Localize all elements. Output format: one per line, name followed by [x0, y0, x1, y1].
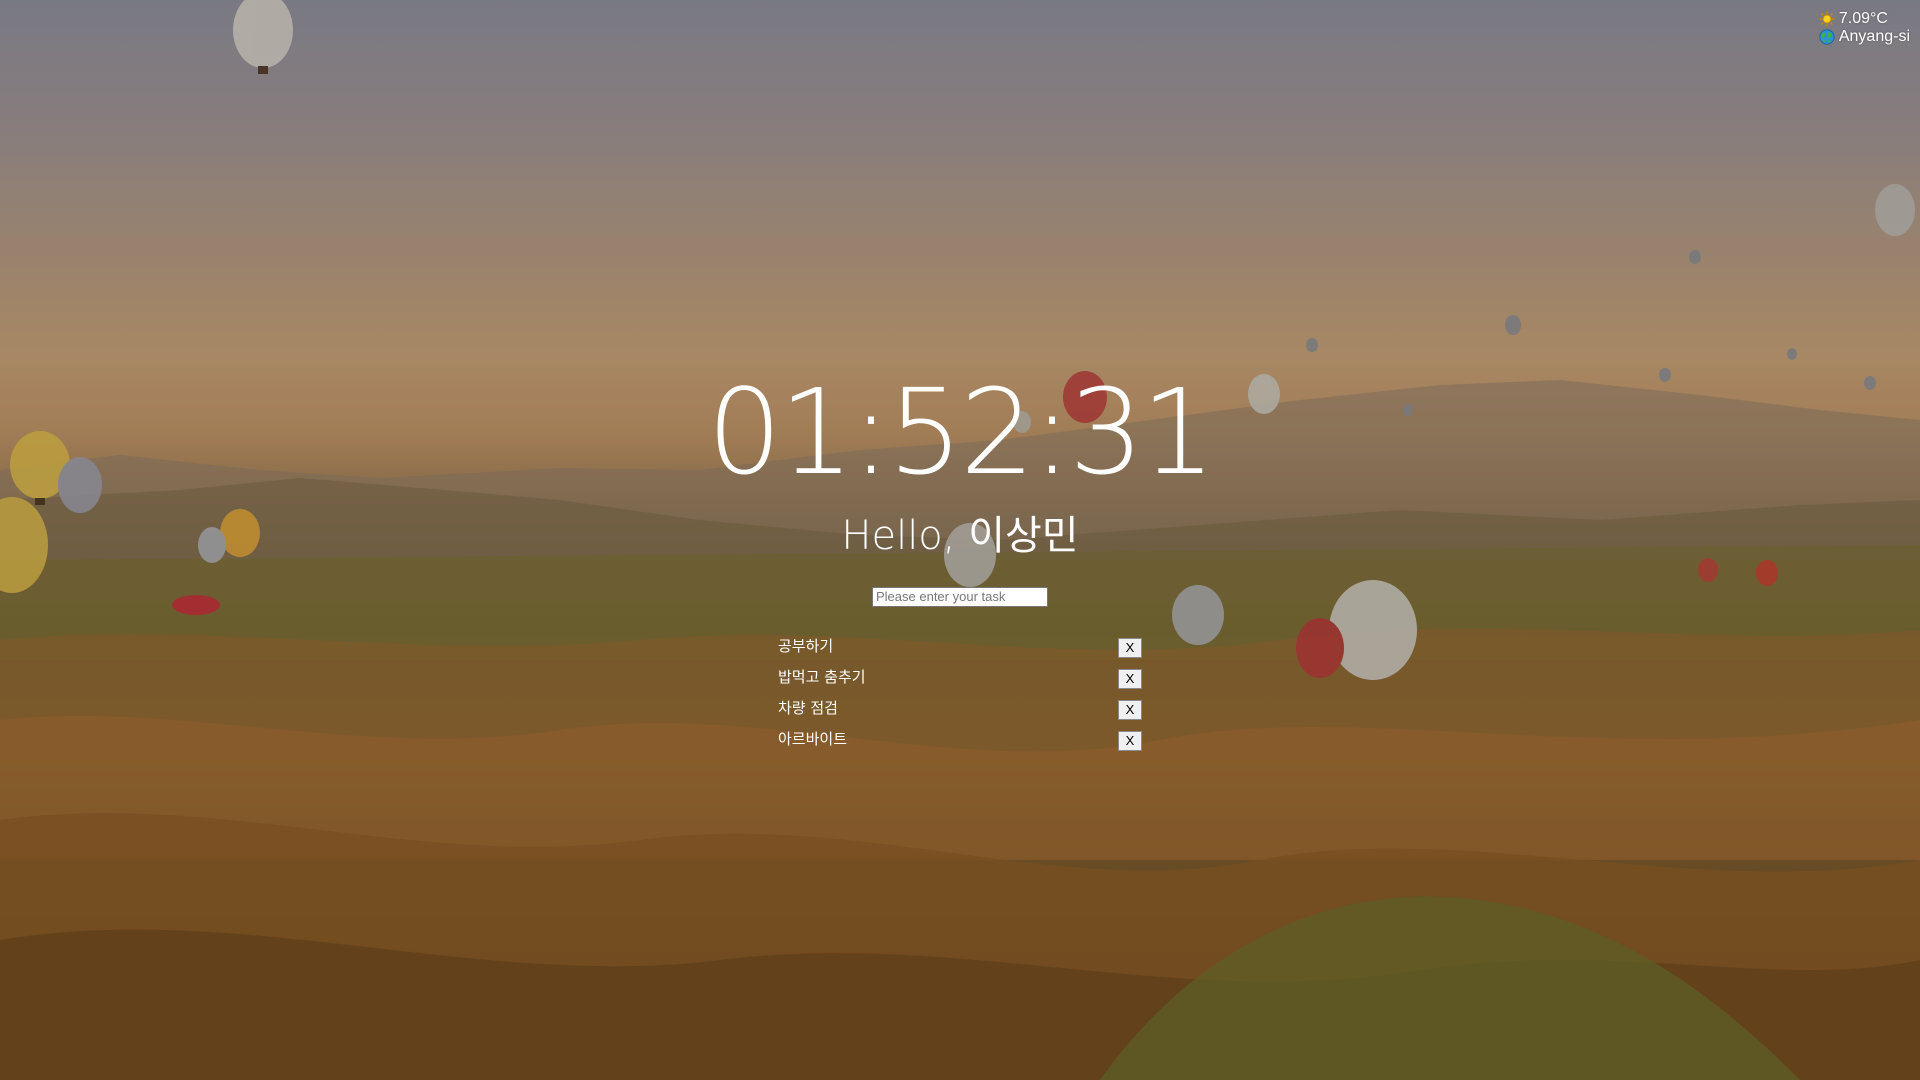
greeting: Hello, 이상민	[841, 513, 1079, 559]
todo-input[interactable]	[872, 586, 1048, 607]
todo-form	[872, 586, 1048, 607]
weather-widget: 7.09°C Anyang-si	[1819, 10, 1910, 46]
delete-todo-button[interactable]: X	[1118, 700, 1142, 720]
weather-temperature-row: 7.09°C	[1819, 10, 1910, 28]
clock: 01:52:31	[707, 363, 1216, 501]
weather-city: Anyang-si	[1838, 28, 1910, 45]
todo-item: 아르바이트 X	[778, 727, 1142, 758]
todo-item: 차량 점검 X	[778, 696, 1142, 727]
todo-text: 밥먹고 춤추기	[778, 668, 866, 686]
todo-text: 차량 점검	[778, 699, 838, 717]
todo-text: 아르바이트	[778, 730, 848, 748]
delete-todo-button[interactable]: X	[1118, 638, 1142, 658]
todo-list: 공부하기 X 밥먹고 춤추기 X 차량 점검 X 아르바이트 X	[778, 634, 1142, 758]
globe-icon	[1819, 29, 1835, 45]
todo-item: 밥먹고 춤추기 X	[778, 665, 1142, 696]
weather-location-row: Anyang-si	[1819, 28, 1910, 46]
weather-temperature: 7.09°C	[1838, 10, 1888, 27]
todo-item: 공부하기 X	[778, 634, 1142, 665]
delete-todo-button[interactable]: X	[1118, 731, 1142, 751]
todo-text: 공부하기	[778, 637, 834, 655]
page: 7.09°C Anyang-si 01:52:31 Hello, 이상민 공부하…	[0, 0, 1920, 1080]
delete-todo-button[interactable]: X	[1118, 669, 1142, 689]
sun-icon	[1819, 11, 1835, 27]
